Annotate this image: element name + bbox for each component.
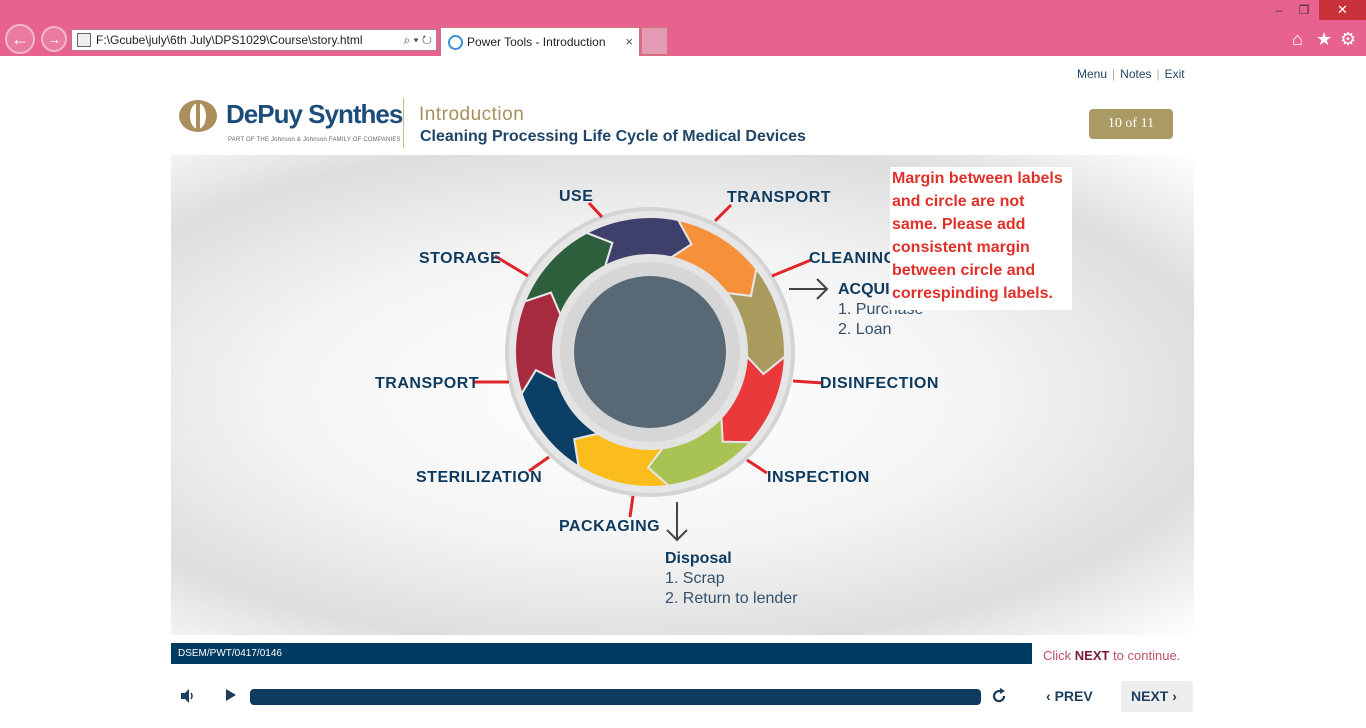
continue-post: to continue. xyxy=(1109,648,1181,663)
browser-chrome: ← → F:\Gcube\july\6th July\DPS1029\Cours… xyxy=(0,0,1366,56)
disposal-list: Disposal 1. Scrap 2. Return to lender xyxy=(665,549,798,609)
next-label: NEXT xyxy=(1131,688,1169,704)
depuy-logo-icon xyxy=(179,100,217,132)
play-icon[interactable] xyxy=(226,689,236,701)
page-icon xyxy=(77,33,91,47)
home-icon[interactable]: ⌂ xyxy=(1292,29,1303,49)
exit-link[interactable]: Exit xyxy=(1165,67,1185,81)
settings-gear-icon[interactable]: ⚙ xyxy=(1340,29,1356,49)
seek-bar[interactable] xyxy=(250,689,981,705)
continue-pre: Click xyxy=(1043,648,1075,663)
menu-link[interactable]: Menu xyxy=(1077,67,1107,81)
disposal-heading: Disposal xyxy=(665,550,732,567)
disposal-item: 1. Scrap xyxy=(665,570,725,587)
ie-icon xyxy=(448,35,463,50)
acquisition-item: 2. Loan xyxy=(838,321,892,338)
volume-icon[interactable] xyxy=(180,688,196,704)
course-code: DSEM/PWT/0417/0146 xyxy=(178,648,282,659)
address-controls[interactable]: ⌕ ▾ ↻ xyxy=(403,30,432,50)
label-cleaning: CLEANING xyxy=(809,250,897,267)
continue-next: NEXT xyxy=(1074,648,1110,663)
header-divider xyxy=(403,98,404,148)
disposal-item: 2. Return to lender xyxy=(665,590,798,607)
chevron-left-icon: ‹ xyxy=(1046,688,1051,704)
tab-title: Power Tools - Introduction xyxy=(467,35,606,49)
prev-button[interactable]: ‹ PREV xyxy=(1038,681,1112,712)
course-code-bar: DSEM/PWT/0417/0146 xyxy=(171,643,1032,664)
browser-tab[interactable]: Power Tools - Introduction × xyxy=(440,27,640,56)
continue-hint: Click NEXT to continue. xyxy=(1043,648,1180,663)
restore-icon[interactable]: ❐ xyxy=(1291,0,1317,20)
back-icon[interactable]: ← xyxy=(5,24,35,54)
label-disinfection: DISINFECTION xyxy=(820,375,939,392)
minimize-icon[interactable]: – xyxy=(1266,0,1292,20)
notes-link[interactable]: Notes xyxy=(1120,67,1151,81)
prev-label: PREV xyxy=(1054,688,1093,704)
section-title: Introduction xyxy=(419,104,525,125)
label-use: USE xyxy=(559,188,594,205)
section-subtitle: Cleaning Processing Life Cycle of Medica… xyxy=(420,128,806,145)
close-window-icon[interactable]: ✕ xyxy=(1319,0,1366,20)
cycle-center-disc xyxy=(574,276,726,428)
label-transport-left: TRANSPORT xyxy=(375,375,480,392)
favorites-star-icon[interactable]: ★ xyxy=(1316,29,1332,49)
label-packaging: PACKAGING xyxy=(559,518,661,535)
label-storage: STORAGE xyxy=(419,250,502,267)
top-links: Menu | Notes | Exit xyxy=(1077,67,1185,81)
address-bar[interactable]: F:\Gcube\july\6th July\DPS1029\Course\st… xyxy=(71,29,437,51)
page-counter: 10 of 11 xyxy=(1089,109,1173,139)
brand-name: DePuy Synthes xyxy=(226,99,403,129)
brand-tagline: PART OF THE Johnson & Johnson FAMILY OF … xyxy=(228,137,401,143)
chevron-right-icon: › xyxy=(1172,688,1177,704)
review-note: Margin between labels and circle are not… xyxy=(890,167,1072,310)
next-button[interactable]: NEXT › xyxy=(1121,681,1193,712)
new-tab-button[interactable] xyxy=(641,27,668,55)
close-tab-icon[interactable]: × xyxy=(625,28,633,56)
forward-icon[interactable]: → xyxy=(41,26,67,52)
label-inspection: INSPECTION xyxy=(767,469,870,486)
label-sterilization: STERILIZATION xyxy=(416,469,543,486)
label-transport-top: TRANSPORT xyxy=(727,189,832,206)
replay-icon[interactable] xyxy=(990,687,1008,705)
address-text: F:\Gcube\july\6th July\DPS1029\Course\st… xyxy=(96,33,363,47)
